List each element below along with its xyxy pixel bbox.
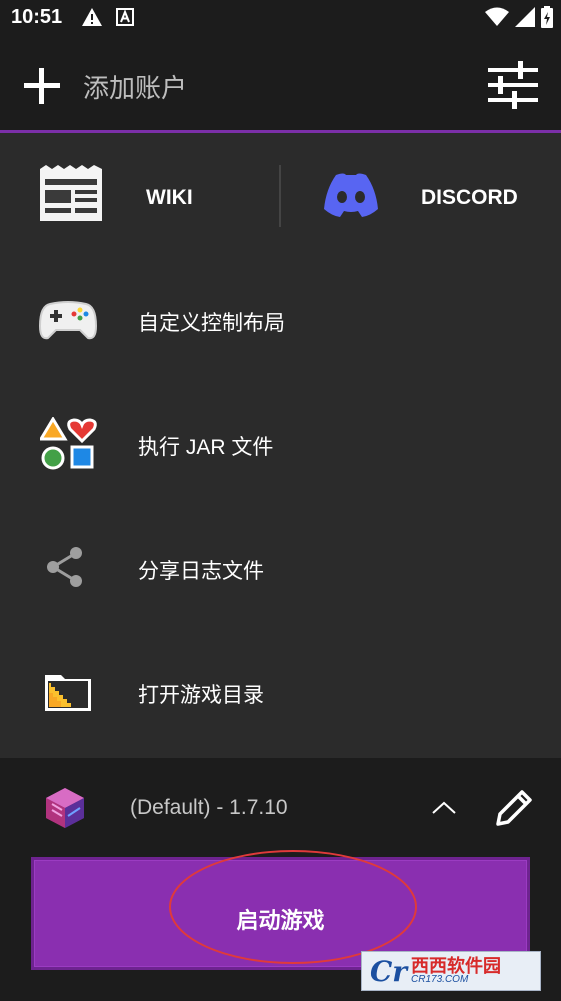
links-row: WIKI DISCORD [0, 133, 561, 263]
gamepad-icon [38, 301, 98, 340]
watermark-logo: Cr 西西软件园 CR173.COM [361, 951, 541, 991]
open-game-dir-label: 打开游戏目录 [138, 684, 264, 707]
edit-pencil-icon[interactable] [492, 786, 536, 830]
custom-controls-item[interactable]: 自定义控制布局 [0, 259, 561, 383]
sliders-icon[interactable] [486, 60, 540, 110]
execute-jar-item[interactable]: 执行 JAR 文件 [0, 383, 561, 507]
watermark-text: 西西软件园 CR173.COM [411, 957, 501, 985]
discord-icon [324, 173, 378, 217]
top-app-bar: 添加账户 [0, 36, 561, 130]
watermark-sub: CR173.COM [411, 974, 469, 985]
version-selector[interactable]: (Default) - 1.7.10 [0, 758, 561, 853]
wiki-button[interactable]: WIKI [0, 133, 279, 263]
share-log-item[interactable]: 分享日志文件 [0, 507, 561, 631]
version-label: (Default) - 1.7.10 [130, 796, 288, 819]
execute-jar-label: 执行 JAR 文件 [138, 436, 274, 459]
share-icon [47, 547, 82, 587]
watermark-main: 西西软件园 [411, 956, 502, 976]
status-time: 10:51 [11, 6, 63, 28]
discord-button[interactable]: DISCORD [281, 133, 561, 263]
watermark-logo-mark: Cr [370, 954, 408, 988]
add-account-button[interactable]: 添加账户 [83, 68, 187, 105]
folder-icon [45, 675, 91, 711]
shapes-icon [40, 417, 97, 470]
custom-controls-label: 自定义控制布局 [138, 312, 285, 335]
a-notification-icon [116, 8, 134, 26]
open-game-dir-item[interactable]: 打开游戏目录 [0, 631, 561, 755]
status-left-icons [82, 8, 134, 26]
share-log-label: 分享日志文件 [138, 560, 264, 583]
warning-icon [82, 8, 102, 26]
main-menu: WIKI DISCORD 自定义控制布局 执行 JAR 文件 分享日志文件 打开… [0, 133, 561, 758]
chevron-up-icon[interactable] [430, 798, 458, 818]
battery-icon [541, 6, 553, 28]
signal-icon [515, 7, 535, 27]
status-bar: 10:51 [0, 0, 561, 36]
newspaper-icon [40, 165, 102, 221]
discord-label: DISCORD [421, 186, 518, 209]
wiki-label: WIKI [146, 186, 193, 209]
highlight-ellipse [169, 850, 417, 964]
plus-icon[interactable] [22, 66, 62, 106]
status-right-icons [485, 6, 553, 28]
minecraft-block-icon [46, 788, 84, 828]
wifi-icon [485, 7, 509, 26]
